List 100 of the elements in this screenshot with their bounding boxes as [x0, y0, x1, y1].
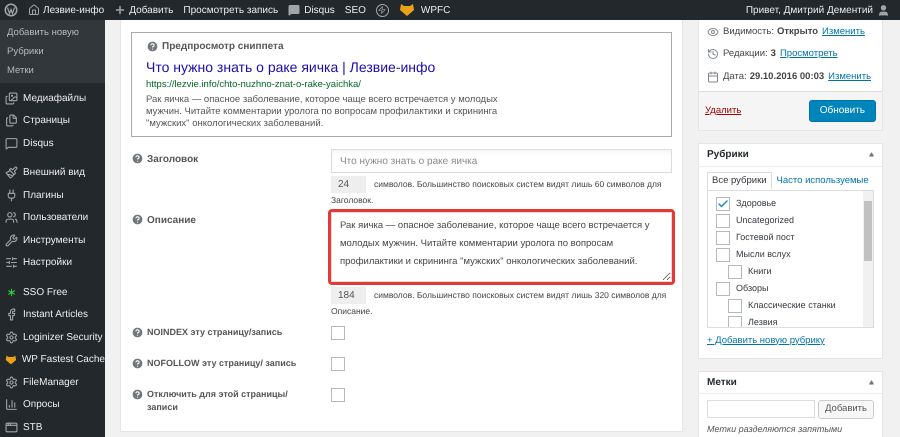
wordpress-logo-icon[interactable]	[4, 3, 18, 17]
meta-value: 29.10.2016 00:03	[750, 70, 824, 84]
menu-item[interactable]: Плагины	[0, 184, 105, 206]
snippet-url: https://lezvie.info/chto-nuzhno-znat-o-rake-yaichka/	[146, 78, 362, 92]
submenu-item[interactable]: Добавить новую	[7, 26, 105, 39]
plus-icon	[114, 4, 126, 16]
images-icon	[5, 92, 18, 105]
category-label: Книги	[748, 265, 772, 278]
snippet-description: Рак яичка — опасное заболевание, которое чаще всего встречается у молодых мужчин. Читайте комментарии уролога по вопросам профилактики и скрининга "мужских" онкологических заболеваний.	[146, 94, 499, 130]
field-label: Описание	[147, 214, 196, 228]
help-icon	[131, 152, 144, 166]
sliders-icon	[5, 256, 18, 270]
meta-link[interactable]: Изменить	[822, 25, 865, 40]
menu-item[interactable]: Disqus	[0, 132, 105, 154]
add-link[interactable]: Добавить	[114, 2, 174, 18]
menu-item[interactable]: SSO Free	[0, 281, 105, 304]
menu-item[interactable]: FileManager	[0, 371, 105, 394]
category-label: Uncategorized	[736, 214, 794, 227]
paintbrush-icon	[5, 166, 18, 180]
tab[interactable]: Все рубрики	[707, 172, 772, 190]
section-heading: Предпросмотр сниппета	[162, 40, 284, 54]
checkbox[interactable]	[716, 214, 730, 228]
scrollbar[interactable]	[863, 190, 873, 327]
field-hint: Описание.	[331, 305, 374, 318]
meta-label: Видимость:	[723, 25, 774, 39]
tag-input[interactable]	[707, 400, 815, 418]
snippet-title-link[interactable]: Что нужно знать о раке яичка | Лезвие-инфо	[146, 58, 657, 76]
checkbox[interactable]	[716, 282, 730, 296]
meta-link[interactable]: Изменить	[828, 70, 872, 84]
help-icon	[131, 326, 144, 340]
seo-link[interactable]: SEO	[344, 2, 366, 18]
category-label: Гостевой пост	[736, 231, 795, 244]
checkbox[interactable]	[716, 196, 730, 211]
collapse-arrow-icon[interactable]	[869, 152, 874, 158]
description-textarea[interactable]: Рак яичка — опасное заболевание, которое чаще всего встречается у молодых мужчин. Читайте комментарии уролога по вопросам профилактики и скрининга "мужских" онкологических заболеваний.	[331, 212, 672, 282]
tab[interactable]: Часто используемые	[772, 172, 874, 190]
menu-item[interactable]: WP Fastest Cache	[0, 348, 105, 371]
help-icon	[131, 357, 144, 370]
meta-label: Редакции:	[723, 47, 768, 62]
site-link[interactable]: Лезвие-инфо	[28, 2, 104, 18]
field-hint: символов. Большинство поисковых систем видят лишь 320 символов для	[374, 289, 666, 302]
menu-item[interactable]: Настройки	[0, 252, 105, 274]
view-post-link[interactable]: Просмотреть запись	[183, 2, 278, 18]
checkbox[interactable]	[331, 388, 345, 402]
field-label: Заголовок	[147, 153, 198, 168]
option-label: NOINDEX эту страницу/запись	[147, 326, 284, 340]
meta-link[interactable]: Просмотреть	[780, 47, 838, 62]
checkbox[interactable]	[716, 248, 730, 262]
help-icon	[131, 213, 144, 226]
character-count: 24	[331, 176, 366, 194]
collapse-arrow-icon[interactable]	[869, 380, 874, 385]
category-label: Лезвия	[748, 316, 778, 327]
field-hint: символов. Большинство поисковых систем видят лишь 60 символов для	[374, 178, 662, 192]
menu-item[interactable]: Внешний вид	[0, 162, 105, 184]
checkbox[interactable]	[331, 326, 345, 340]
character-count: 184	[331, 287, 366, 304]
wpfc-link[interactable]: WPFC	[398, 2, 450, 18]
submenu-item[interactable]: Рубрики	[7, 45, 105, 58]
users-icon	[5, 211, 18, 224]
help-icon	[131, 388, 144, 402]
menu-item[interactable]: Instant Articles	[0, 304, 105, 326]
add-tag-button[interactable]: Добавить	[818, 400, 874, 419]
calendar-icon	[707, 70, 719, 83]
menu-item[interactable]: Loginizer Security	[0, 326, 105, 348]
tags-note: Метки разделяются запятыми	[707, 423, 844, 436]
bar-chart-icon	[5, 398, 18, 412]
field-hint: Заголовок.	[331, 194, 374, 208]
meta-value: 3	[770, 47, 776, 62]
menu-item[interactable]: Страницы	[0, 110, 105, 132]
category-label: Обзоры	[736, 282, 768, 295]
checkbox[interactable]	[728, 264, 742, 279]
user-greeting[interactable]: Привет, Дмитрий Дементий	[746, 2, 896, 18]
checkbox[interactable]	[728, 298, 742, 313]
delete-link[interactable]: Удалить	[705, 104, 742, 118]
history-icon	[707, 48, 719, 60]
speech-bubble-icon	[288, 4, 300, 16]
help-icon	[146, 40, 159, 53]
menu-item[interactable]: Инструменты	[0, 229, 105, 252]
option-label: NOFOLLOW эту страницу/ запись	[147, 357, 297, 370]
menu-item[interactable]: Опросы	[0, 394, 105, 416]
title-input[interactable]: Что нужно знать о раке яичка	[331, 149, 672, 174]
option-label: Отключить для этой страницы/ записи	[147, 388, 289, 414]
checkbox[interactable]	[728, 316, 742, 327]
category-label: Мысли вслух	[736, 248, 791, 261]
category-label: Классические станки	[748, 299, 836, 312]
menu-item[interactable]: Пользователи	[0, 206, 105, 229]
submenu-item[interactable]: Метки	[7, 64, 105, 77]
add-category-link[interactable]: + Добавить новую рубрику	[707, 334, 874, 348]
checkbox[interactable]	[331, 357, 345, 372]
box-title: Метки	[707, 376, 737, 390]
menu-item[interactable]: STB	[0, 416, 105, 437]
menu-item[interactable]: Медиафайлы	[0, 87, 105, 110]
checkbox[interactable]	[716, 230, 730, 245]
gear-icon	[5, 330, 18, 344]
category-label: Здоровье	[736, 197, 776, 210]
home-icon	[28, 4, 40, 16]
plug-icon	[5, 188, 18, 202]
meta-label: Дата:	[723, 70, 747, 84]
disqus-link[interactable]: Disqus	[288, 2, 335, 18]
update-button[interactable]: Обновить	[808, 100, 876, 122]
